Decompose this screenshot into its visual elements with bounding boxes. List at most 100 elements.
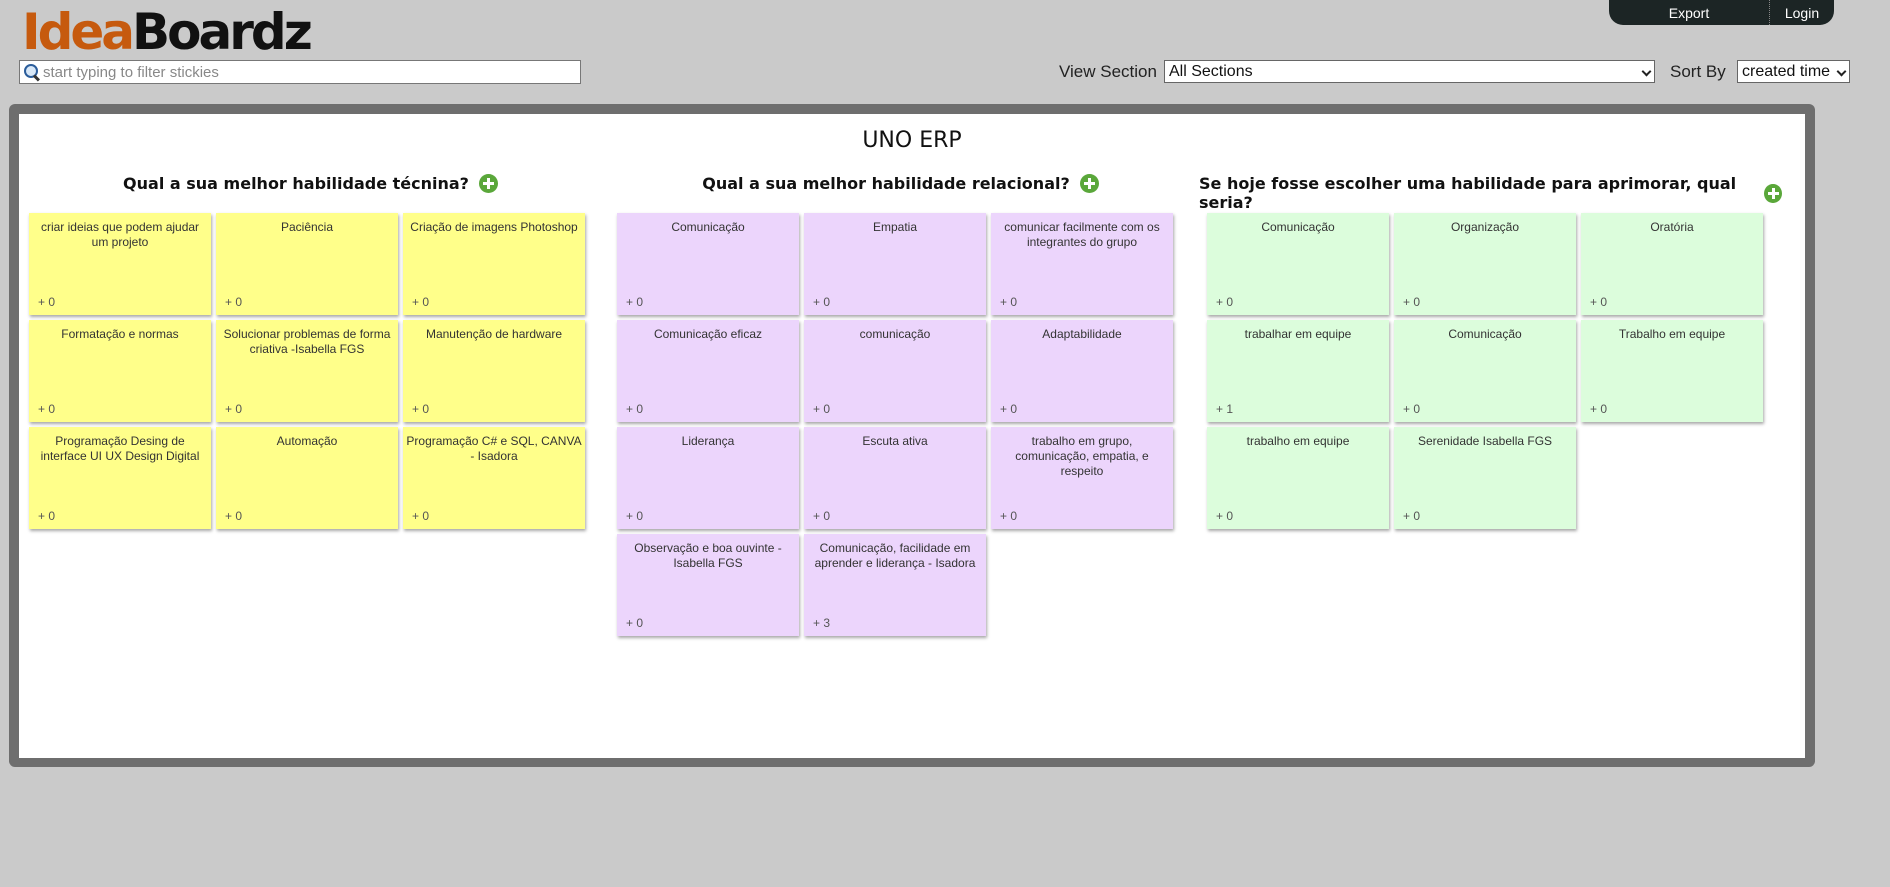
sticky-text: Programação C# e SQL, CANVA - Isadora: [406, 434, 582, 463]
sticky-text: Comunicação, facilidade em aprender e li…: [814, 541, 976, 570]
sticky-text: Criação de imagens Photoshop: [410, 220, 578, 234]
sticky-note[interactable]: Serenidade Isabella FGS + 0: [1394, 427, 1576, 529]
ideaboardz-logo[interactable]: IdeaBoardz: [22, 3, 313, 61]
add-sticky-plus-icon[interactable]: [478, 174, 498, 193]
sticky-votes[interactable]: + 0: [1216, 295, 1233, 309]
sticky-note[interactable]: Observação e boa ouvinte - Isabella FGS …: [617, 534, 799, 636]
section-title: Qual a sua melhor habilidade relacional?: [702, 174, 1070, 193]
view-section-selected: All Sections: [1169, 63, 1253, 80]
sticky-note[interactable]: Adaptabilidade + 0: [991, 320, 1173, 422]
sticky-note[interactable]: Comunicação + 0: [1207, 213, 1389, 315]
sticky-note[interactable]: trabalho em equipe + 0: [1207, 427, 1389, 529]
sticky-votes[interactable]: + 0: [1403, 295, 1420, 309]
sticky-votes[interactable]: + 0: [225, 509, 242, 523]
chevron-down-icon: [1836, 66, 1847, 77]
sticky-text: Serenidade Isabella FGS: [1417, 434, 1553, 448]
logo-text-boardz: Boardz: [132, 3, 313, 61]
sticky-note[interactable]: Programação C# e SQL, CANVA - Isadora + …: [403, 427, 585, 529]
sticky-note[interactable]: Oratória + 0: [1581, 213, 1763, 315]
filter-stickies-input[interactable]: [43, 63, 573, 81]
sticky-note[interactable]: Empatia + 0: [804, 213, 986, 315]
section-title: Qual a sua melhor habilidade técnina?: [123, 174, 469, 193]
sticky-text: Comunicação: [671, 220, 745, 234]
filter-stickies-box: [19, 60, 581, 84]
sticky-note[interactable]: Organização + 0: [1394, 213, 1576, 315]
sticky-text: comunicar facilmente com os integrantes …: [1004, 220, 1160, 249]
sticky-text: Programação Desing de interface UI UX De…: [40, 434, 200, 463]
sticky-note[interactable]: Comunicação + 0: [1394, 320, 1576, 422]
sticky-votes[interactable]: + 0: [38, 295, 55, 309]
sticky-votes[interactable]: + 0: [626, 402, 643, 416]
sticky-votes[interactable]: + 0: [1590, 402, 1607, 416]
sticky-text: Oratória: [1650, 220, 1694, 234]
sticky-text: Observação e boa ouvinte - Isabella FGS: [634, 541, 782, 570]
sticky-votes[interactable]: + 0: [813, 295, 830, 309]
sticky-text: comunicação: [859, 327, 931, 341]
sticky-text: Trabalho em equipe: [1618, 327, 1726, 341]
sticky-text: Organização: [1450, 220, 1520, 234]
sticky-votes[interactable]: + 0: [1000, 402, 1017, 416]
sticky-text: Comunicação eficaz: [653, 327, 763, 341]
sticky-note[interactable]: Solucionar problemas de forma criativa -…: [216, 320, 398, 422]
sticky-note[interactable]: Comunicação + 0: [617, 213, 799, 315]
sticky-note[interactable]: Formatação e normas + 0: [29, 320, 211, 422]
sticky-text: criar ideias que podem ajudar um projeto: [40, 220, 200, 249]
section-heading-relacional: Qual a sua melhor habilidade relacional?: [609, 174, 1192, 193]
sticky-votes[interactable]: + 0: [626, 509, 643, 523]
sticky-text: trabalho em grupo, comunicação, empatia,…: [1015, 434, 1149, 478]
sticky-votes[interactable]: + 0: [225, 295, 242, 309]
sticky-votes[interactable]: + 0: [1403, 402, 1420, 416]
sticky-text: Comunicação: [1261, 220, 1335, 234]
sticky-votes[interactable]: + 3: [813, 616, 830, 630]
sticky-note[interactable]: trabalho em grupo, comunicação, empatia,…: [991, 427, 1173, 529]
sticky-votes[interactable]: + 0: [1000, 295, 1017, 309]
section-title: Se hoje fosse escolher uma habilidade pa…: [1199, 174, 1737, 212]
sticky-note[interactable]: Liderança + 0: [617, 427, 799, 529]
section-heading-tecnica: Qual a sua melhor habilidade técnina?: [19, 174, 602, 193]
sticky-text: Comunicação: [1448, 327, 1522, 341]
sticky-note[interactable]: Manutenção de hardware + 0: [403, 320, 585, 422]
sticky-note[interactable]: Paciência + 0: [216, 213, 398, 315]
sticky-note[interactable]: Escuta ativa + 0: [804, 427, 986, 529]
sticky-votes[interactable]: + 0: [225, 402, 242, 416]
sticky-note[interactable]: Programação Desing de interface UI UX De…: [29, 427, 211, 529]
sticky-text: Liderança: [681, 434, 735, 448]
login-button[interactable]: Login: [1770, 5, 1834, 21]
logo-text-idea: Idea: [22, 3, 135, 61]
sticky-note[interactable]: trabalhar em equipe + 1: [1207, 320, 1389, 422]
view-section-select[interactable]: All Sections: [1164, 60, 1655, 83]
sticky-note[interactable]: criar ideias que podem ajudar um projeto…: [29, 213, 211, 315]
sticky-note[interactable]: comunicação + 0: [804, 320, 986, 422]
export-button[interactable]: Export: [1609, 5, 1769, 21]
sticky-votes[interactable]: + 0: [38, 509, 55, 523]
sticky-votes[interactable]: + 0: [38, 402, 55, 416]
sticky-note[interactable]: Criação de imagens Photoshop + 0: [403, 213, 585, 315]
sticky-votes[interactable]: + 0: [1590, 295, 1607, 309]
board-title: UNO ERP: [862, 128, 962, 153]
add-sticky-plus-icon[interactable]: [1079, 174, 1099, 193]
sticky-votes[interactable]: + 0: [813, 509, 830, 523]
sticky-text: Escuta ativa: [862, 434, 928, 448]
sticky-votes[interactable]: + 0: [813, 402, 830, 416]
sticky-votes[interactable]: + 0: [412, 295, 429, 309]
sticky-votes[interactable]: + 1: [1216, 402, 1233, 416]
sticky-note[interactable]: Comunicação eficaz + 0: [617, 320, 799, 422]
sticky-note[interactable]: Automação + 0: [216, 427, 398, 529]
sticky-votes[interactable]: + 0: [412, 509, 429, 523]
sticky-votes[interactable]: + 0: [1403, 509, 1420, 523]
sticky-votes[interactable]: + 0: [412, 402, 429, 416]
sticky-votes[interactable]: + 0: [626, 295, 643, 309]
section-heading-aprimorar: Se hoje fosse escolher uma habilidade pa…: [1199, 174, 1782, 212]
sticky-note[interactable]: Comunicação, facilidade em aprender e li…: [804, 534, 986, 636]
sticky-votes[interactable]: + 0: [1216, 509, 1233, 523]
chevron-down-icon: [1641, 66, 1652, 77]
sort-by-select[interactable]: created time: [1737, 60, 1850, 83]
sort-by-label: Sort By: [1670, 62, 1726, 81]
add-sticky-plus-icon[interactable]: [1764, 183, 1782, 203]
sticky-note[interactable]: Trabalho em equipe + 0: [1581, 320, 1763, 422]
sticky-note[interactable]: comunicar facilmente com os integrantes …: [991, 213, 1173, 315]
sticky-text: trabalho em equipe: [1246, 434, 1350, 448]
sticky-votes[interactable]: + 0: [626, 616, 643, 630]
sticky-text: Paciência: [280, 220, 334, 234]
sticky-votes[interactable]: + 0: [1000, 509, 1017, 523]
